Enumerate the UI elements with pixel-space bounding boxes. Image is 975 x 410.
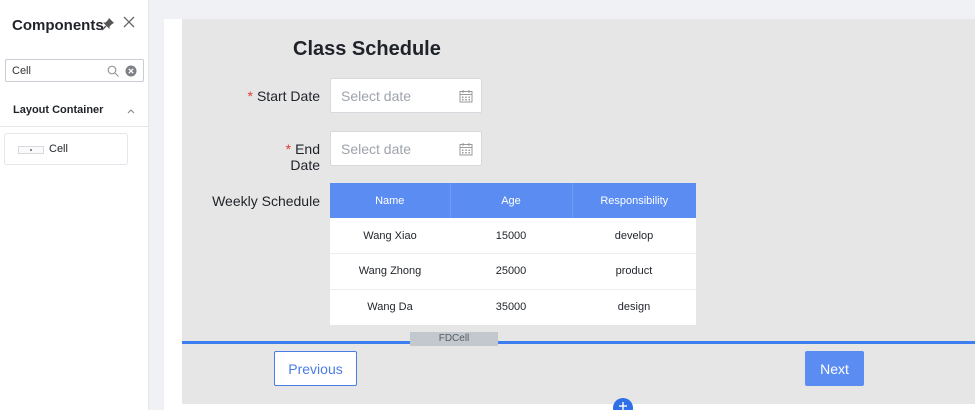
group-label: Layout Container: [13, 104, 104, 116]
component-search-input[interactable]: [12, 63, 102, 78]
close-icon[interactable]: [122, 15, 136, 29]
start-date-label-text: Start Date: [256, 88, 320, 104]
table-cell: design: [572, 288, 696, 325]
start-date-picker[interactable]: [330, 78, 482, 113]
weekly-schedule-label: Weekly Schedule: [212, 193, 320, 209]
add-icon[interactable]: [613, 398, 633, 410]
table-row[interactable]: Wang Da 35000 design: [330, 288, 696, 325]
component-item-cell[interactable]: Cell: [4, 133, 128, 165]
start-date-label: * Start Date: [246, 88, 320, 104]
calendar-icon[interactable]: [459, 89, 473, 103]
required-mark: *: [285, 141, 292, 157]
cell-icon: [18, 146, 44, 154]
table-cell: 15000: [450, 218, 572, 254]
component-item-label: Cell: [49, 143, 68, 155]
cell-selection-line: [182, 341, 975, 344]
table-cell: 35000: [450, 288, 572, 325]
chevron-up-icon[interactable]: [126, 107, 136, 115]
end-date-input[interactable]: [341, 141, 451, 157]
required-mark: *: [247, 88, 253, 104]
page-title: Class Schedule: [293, 38, 441, 60]
table-cell: Wang Zhong: [330, 253, 450, 289]
column-header[interactable]: Age: [449, 183, 572, 218]
panel-title: Components: [12, 17, 104, 34]
end-date-picker[interactable]: [330, 131, 482, 166]
end-date-label-text: End Date: [290, 141, 320, 173]
pin-icon[interactable]: [101, 17, 115, 31]
clear-icon[interactable]: [125, 65, 137, 77]
column-header[interactable]: Name: [330, 183, 450, 218]
next-button[interactable]: Next: [805, 351, 864, 386]
group-layout-container[interactable]: Layout Container: [0, 97, 148, 127]
previous-button[interactable]: Previous: [274, 351, 357, 386]
table-row[interactable]: Wang Zhong 25000 product: [330, 253, 696, 289]
column-header[interactable]: Responsibility: [571, 183, 696, 218]
start-date-input[interactable]: [341, 88, 451, 104]
table-cell: develop: [572, 218, 696, 254]
component-search[interactable]: [5, 59, 144, 82]
table-cell: 25000: [450, 253, 572, 289]
search-icon[interactable]: [107, 65, 119, 77]
end-date-label: * End Date: [253, 141, 320, 173]
table-cell: Wang Xiao: [330, 218, 450, 254]
schedule-table: Name Age Responsibility Wang Xiao 15000 …: [330, 183, 696, 325]
table-cell: Wang Da: [330, 288, 450, 325]
cell-tag[interactable]: FDCell: [410, 332, 498, 346]
table-header-row: Name Age Responsibility: [330, 183, 696, 218]
calendar-icon[interactable]: [459, 142, 473, 156]
components-panel: Components Layout Container Cell: [0, 0, 149, 410]
table-row[interactable]: Wang Xiao 15000 develop: [330, 218, 696, 254]
table-cell: product: [572, 253, 696, 289]
